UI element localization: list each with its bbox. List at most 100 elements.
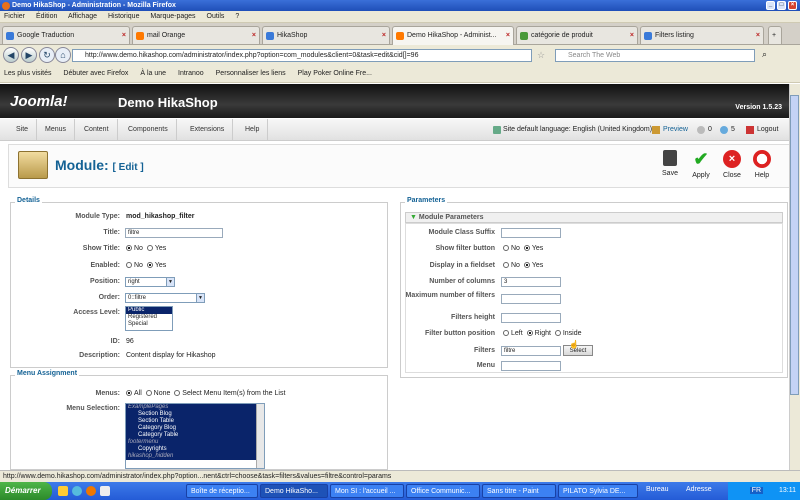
menu-historique[interactable]: Historique bbox=[108, 13, 140, 20]
bookmark-most-visited[interactable]: Les plus visités bbox=[4, 70, 51, 77]
close-button[interactable]: × Close bbox=[718, 150, 746, 186]
task-office-communicator[interactable]: Office Communic... bbox=[406, 484, 480, 498]
back-icon[interactable]: ◀ bbox=[3, 47, 19, 63]
admin-menu-site[interactable]: Site bbox=[8, 119, 38, 141]
position-select[interactable]: right ▼ bbox=[125, 277, 175, 287]
number-of-columns-input[interactable]: 3 bbox=[501, 277, 561, 287]
close-tab-icon[interactable]: × bbox=[630, 27, 634, 44]
maximize-button[interactable]: □ bbox=[777, 1, 786, 10]
close-tab-icon[interactable]: × bbox=[756, 27, 760, 44]
menu-marque-pages[interactable]: Marque-pages bbox=[150, 13, 195, 20]
enabled-no-radio[interactable] bbox=[126, 262, 132, 268]
language-indicator[interactable]: FR bbox=[749, 487, 764, 494]
admin-menu-content[interactable]: Content bbox=[76, 119, 118, 141]
minimize-button[interactable]: _ bbox=[766, 1, 775, 10]
bookmark-poker[interactable]: Play Poker Online Fre... bbox=[298, 70, 372, 77]
menus-select-radio[interactable] bbox=[174, 390, 181, 396]
tab-google-traduction[interactable]: Google Traduction × bbox=[2, 26, 130, 44]
access-level-listbox[interactable]: Public Registered Special bbox=[125, 306, 173, 331]
users-count[interactable]: 5 bbox=[731, 119, 735, 141]
title-input[interactable]: filtre bbox=[125, 228, 223, 238]
show-filter-button-yes-radio[interactable] bbox=[523, 245, 530, 251]
task-inbox[interactable]: Boîte de réceptio... bbox=[186, 484, 258, 498]
menu-affichage[interactable]: Affichage bbox=[68, 13, 97, 20]
bookmark-headlines[interactable]: À la une bbox=[140, 70, 166, 77]
button-position-inside-radio[interactable] bbox=[554, 330, 561, 336]
quicklaunch-icon[interactable] bbox=[72, 486, 82, 496]
bookmark-customize-links[interactable]: Personnaliser les liens bbox=[216, 70, 286, 77]
quicklaunch-icon[interactable] bbox=[58, 486, 68, 496]
tab-hikashop[interactable]: HikaShop × bbox=[262, 26, 390, 44]
menu-param-input[interactable] bbox=[501, 361, 561, 371]
filters-input[interactable]: filtre bbox=[501, 346, 561, 356]
forward-icon[interactable]: ▶ bbox=[21, 47, 37, 63]
button-position-right-radio[interactable] bbox=[526, 330, 533, 336]
access-option-registered[interactable]: Registered bbox=[126, 314, 172, 321]
order-select[interactable]: 0::filtre ▼ bbox=[125, 293, 205, 303]
close-tab-icon[interactable]: × bbox=[252, 27, 256, 44]
url-bar[interactable]: http://www.demo.hikashop.com/administrat… bbox=[72, 49, 532, 62]
menu-edition[interactable]: Édition bbox=[36, 13, 57, 20]
reload-icon[interactable]: ↻ bbox=[39, 47, 55, 63]
bookmark-star-icon[interactable]: ☆ bbox=[537, 50, 545, 61]
close-window-button[interactable]: × bbox=[788, 1, 797, 10]
page-scrollbar-thumb[interactable] bbox=[790, 95, 799, 395]
task-pilato[interactable]: PILATO Sylvia DE... bbox=[558, 484, 638, 498]
task-paint[interactable]: Sans titre - Paint bbox=[482, 484, 556, 498]
task-mon-si[interactable]: Mon SI : l'accueil ... bbox=[330, 484, 404, 498]
search-icon[interactable]: ⌕ bbox=[762, 49, 767, 60]
tab-categorie-produit[interactable]: catégorie de produit × bbox=[516, 26, 638, 44]
firefox-quicklaunch-icon[interactable] bbox=[86, 486, 96, 496]
listbox-scrollbar[interactable] bbox=[256, 404, 264, 468]
web-search-input[interactable]: Search The Web bbox=[555, 49, 755, 62]
menu-help[interactable]: ? bbox=[235, 13, 239, 20]
home-icon[interactable]: ⌂ bbox=[55, 47, 71, 63]
preview-link[interactable]: Preview bbox=[663, 119, 688, 141]
address-toolbar-label[interactable]: Adresse bbox=[686, 486, 712, 493]
admin-menu-extensions[interactable]: Extensions bbox=[182, 119, 234, 141]
tab-mail-orange[interactable]: mail Orange × bbox=[132, 26, 260, 44]
close-tab-icon[interactable]: × bbox=[122, 27, 126, 44]
menu-fichier[interactable]: Fichier bbox=[4, 13, 25, 20]
close-tab-icon[interactable]: × bbox=[506, 27, 510, 45]
menu-option[interactable]: Category Blog bbox=[126, 425, 264, 432]
access-option-special[interactable]: Special bbox=[126, 321, 172, 328]
menu-option[interactable]: Section Blog bbox=[126, 411, 264, 418]
menu-selection-listbox[interactable]: ExamplePages Section Blog Section Table … bbox=[125, 403, 265, 469]
desktop-toolbar-label[interactable]: Bureau bbox=[646, 486, 669, 493]
menu-option[interactable]: Copyrights bbox=[126, 446, 264, 453]
logout-link[interactable]: Logout bbox=[757, 119, 778, 141]
show-title-no-radio[interactable] bbox=[126, 245, 132, 251]
start-button[interactable]: Démarrer bbox=[0, 482, 52, 500]
max-filters-input[interactable] bbox=[501, 294, 561, 304]
display-fieldset-yes-radio[interactable] bbox=[523, 262, 530, 268]
new-tab-button[interactable]: + bbox=[768, 26, 782, 44]
show-filter-button-no-radio[interactable] bbox=[503, 245, 509, 251]
save-button[interactable]: Save bbox=[656, 150, 684, 186]
quicklaunch-icon[interactable] bbox=[100, 486, 110, 496]
help-button[interactable]: Help bbox=[748, 150, 776, 186]
task-demo-hikashop[interactable]: Demo HikaSho... bbox=[260, 484, 328, 498]
menus-none-radio[interactable] bbox=[145, 390, 152, 396]
tab-demo-hikashop[interactable]: Demo HikaShop - Administ... × bbox=[392, 26, 514, 45]
display-fieldset-no-radio[interactable] bbox=[503, 262, 509, 268]
menu-option[interactable]: Category Table bbox=[126, 432, 264, 439]
show-title-yes-radio[interactable] bbox=[146, 245, 153, 251]
menu-outils[interactable]: Outils bbox=[207, 13, 225, 20]
admin-menu-components[interactable]: Components bbox=[120, 119, 177, 141]
apply-button[interactable]: ✔ Apply bbox=[687, 150, 715, 186]
module-parameters-header[interactable]: ▼ Module Parameters bbox=[405, 212, 783, 223]
tab-filters-listing[interactable]: Filters listing × bbox=[640, 26, 764, 44]
message-count[interactable]: 0 bbox=[708, 119, 712, 141]
menu-option[interactable]: Section Table bbox=[126, 418, 264, 425]
close-tab-icon[interactable]: × bbox=[382, 27, 386, 44]
bookmark-getting-started[interactable]: Débuter avec Firefox bbox=[63, 70, 128, 77]
filters-height-input[interactable] bbox=[501, 313, 561, 323]
access-option-public[interactable]: Public bbox=[126, 307, 172, 314]
bookmark-intranoo[interactable]: Intranoo bbox=[178, 70, 204, 77]
admin-menu-menus[interactable]: Menus bbox=[37, 119, 76, 141]
enabled-yes-radio[interactable] bbox=[146, 262, 153, 268]
class-suffix-input[interactable] bbox=[501, 228, 561, 238]
admin-menu-help[interactable]: Help bbox=[237, 119, 269, 141]
button-position-left-radio[interactable] bbox=[503, 330, 509, 336]
